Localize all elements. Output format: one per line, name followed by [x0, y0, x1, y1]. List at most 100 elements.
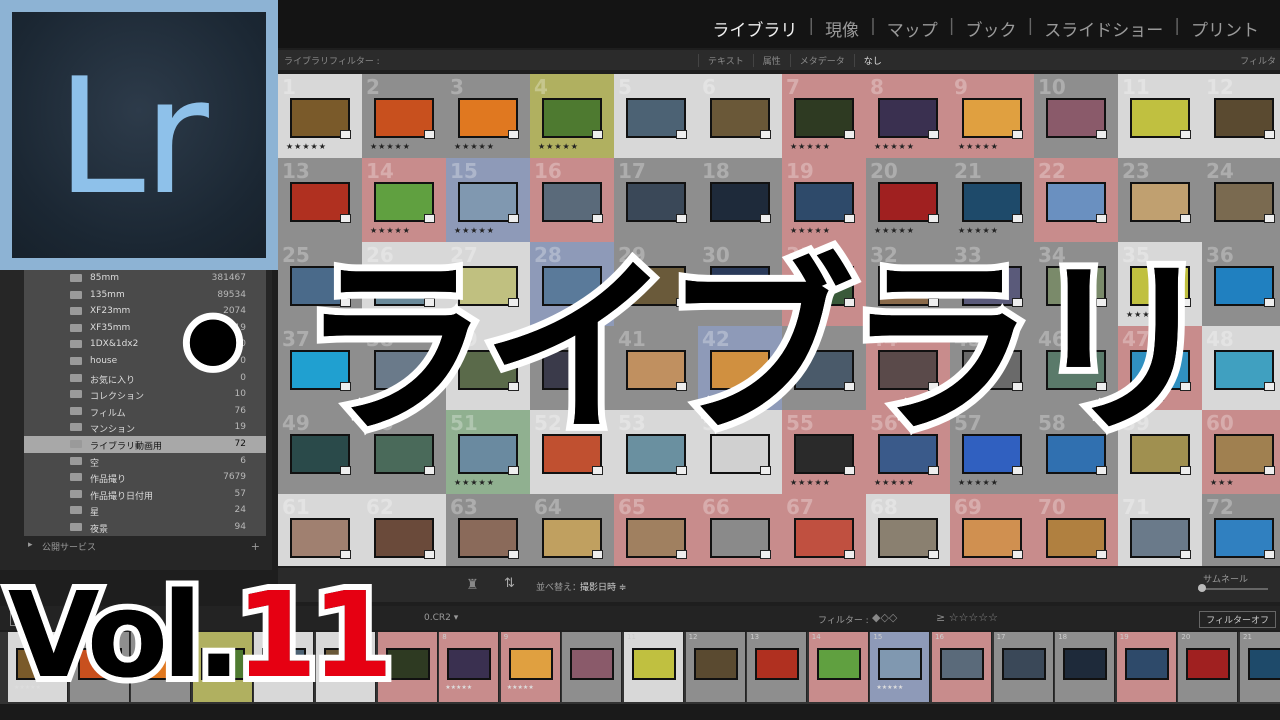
badge-icon[interactable]: [676, 214, 687, 223]
slider-knob[interactable]: [1198, 584, 1206, 592]
filter-preset-label[interactable]: フィルタ: [1240, 54, 1276, 67]
filter-option-text[interactable]: テキスト: [698, 54, 753, 67]
grid-cell[interactable]: 23: [1118, 158, 1204, 244]
badge-icon[interactable]: [676, 466, 687, 475]
filmstrip-cell[interactable]: 13: [747, 632, 808, 702]
filmstrip-thumbnail[interactable]: [447, 648, 492, 680]
badge-icon[interactable]: [424, 550, 435, 559]
badge-icon[interactable]: [844, 550, 855, 559]
badge-icon[interactable]: [844, 466, 855, 475]
badge-icon[interactable]: [508, 550, 519, 559]
module-1[interactable]: 現像: [814, 16, 870, 41]
grid-cell[interactable]: 11: [1118, 74, 1204, 160]
grid-cell[interactable]: 70: [1034, 494, 1120, 566]
badge-icon[interactable]: [1012, 130, 1023, 139]
rating-filter-icon[interactable]: ≥ ☆☆☆☆☆: [936, 611, 998, 624]
badge-icon[interactable]: [592, 130, 603, 139]
star-rating[interactable]: ★★★★★: [874, 478, 915, 487]
filmstrip-cell[interactable]: 18: [1055, 632, 1116, 702]
filmstrip-cell[interactable]: 12: [685, 632, 746, 702]
badge-icon[interactable]: [340, 466, 351, 475]
badge-icon[interactable]: [1012, 214, 1023, 223]
badge-icon[interactable]: [1096, 214, 1107, 223]
grid-cell[interactable]: 10: [1034, 74, 1120, 160]
filmstrip-thumbnail[interactable]: [1186, 648, 1231, 680]
badge-icon[interactable]: [592, 466, 603, 475]
filmstrip-thumbnail[interactable]: [878, 648, 923, 680]
filmstrip-thumbnail[interactable]: [755, 648, 800, 680]
star-rating[interactable]: ★★★★★: [454, 142, 495, 151]
add-icon[interactable]: +: [251, 540, 260, 553]
grid-cell[interactable]: 67: [782, 494, 868, 566]
grid-cell[interactable]: 71: [1118, 494, 1204, 566]
star-rating[interactable]: ★★★★★: [790, 142, 831, 151]
grid-cell[interactable]: 20 ★★★★★: [866, 158, 952, 244]
grid-cell[interactable]: 36: [1202, 242, 1280, 328]
grid-cell[interactable]: 65: [614, 494, 700, 566]
grid-cell[interactable]: 17: [614, 158, 700, 244]
badge-icon[interactable]: [928, 130, 939, 139]
filmstrip-thumbnail[interactable]: [632, 648, 676, 680]
filmstrip-thumbnail[interactable]: [816, 648, 861, 680]
module-5[interactable]: プリント: [1180, 16, 1270, 41]
star-rating[interactable]: ★★★★★: [370, 142, 411, 151]
badge-icon[interactable]: [844, 130, 855, 139]
grid-cell[interactable]: 7 ★★★★★: [782, 74, 868, 160]
badge-icon[interactable]: [844, 214, 855, 223]
grid-cell[interactable]: 72: [1202, 494, 1280, 566]
badge-icon[interactable]: [1264, 214, 1275, 223]
badge-icon[interactable]: [760, 214, 771, 223]
badge-icon[interactable]: [760, 550, 771, 559]
star-rating[interactable]: ★★★★★: [958, 226, 999, 235]
badge-icon[interactable]: [340, 550, 351, 559]
star-rating[interactable]: ★★★★★: [790, 478, 831, 487]
star-rating[interactable]: ★★★★★: [538, 142, 579, 151]
grid-cell[interactable]: 13: [278, 158, 364, 244]
grid-cell[interactable]: 5: [614, 74, 700, 160]
filmstrip-cell[interactable]: 17: [993, 632, 1054, 702]
filmstrip-thumbnail[interactable]: [693, 648, 738, 680]
badge-icon[interactable]: [508, 466, 519, 475]
filter-off-button[interactable]: フィルターオフ: [1199, 611, 1276, 628]
grid-cell[interactable]: 14 ★★★★★: [362, 158, 448, 244]
folder-row[interactable]: 作品撮り 7679: [24, 469, 266, 486]
badge-icon[interactable]: [1180, 214, 1191, 223]
star-rating[interactable]: ★★★★★: [958, 478, 999, 487]
filmstrip-cell[interactable]: 9 ★★★★★: [500, 632, 561, 702]
badge-icon[interactable]: [928, 550, 939, 559]
grid-cell[interactable]: 64: [530, 494, 616, 566]
badge-icon[interactable]: [760, 466, 771, 475]
badge-icon[interactable]: [340, 214, 351, 223]
module-4[interactable]: スライドショー: [1033, 16, 1174, 41]
badge-icon[interactable]: [760, 130, 771, 139]
badge-icon[interactable]: [340, 130, 351, 139]
grid-cell[interactable]: 12: [1202, 74, 1280, 160]
grid-cell[interactable]: 19 ★★★★★: [782, 158, 868, 244]
badge-icon[interactable]: [1012, 466, 1023, 475]
grid-cell[interactable]: 6: [698, 74, 784, 160]
module-2[interactable]: マップ: [876, 16, 949, 41]
filmstrip-cell[interactable]: 8 ★★★★★: [439, 632, 500, 702]
grid-cell[interactable]: 60 ★★★: [1202, 410, 1280, 496]
folder-row[interactable]: 星 24: [24, 502, 266, 519]
grid-cell[interactable]: 16: [530, 158, 616, 244]
folder-row[interactable]: 夜景 94: [24, 519, 266, 536]
badge-icon[interactable]: [1096, 130, 1107, 139]
grid-cell[interactable]: 21 ★★★★★: [950, 158, 1036, 244]
badge-icon[interactable]: [1096, 550, 1107, 559]
grid-cell[interactable]: 68: [866, 494, 952, 566]
filmstrip-thumbnail[interactable]: [508, 648, 553, 680]
grid-cell[interactable]: 8 ★★★★★: [866, 74, 952, 160]
badge-icon[interactable]: [1264, 466, 1275, 475]
star-rating[interactable]: ★★★★★: [286, 142, 327, 151]
grid-cell[interactable]: 69: [950, 494, 1036, 566]
filmstrip-thumbnail[interactable]: [570, 648, 615, 680]
star-rating[interactable]: ★★★: [1210, 478, 1235, 487]
grid-cell[interactable]: 2 ★★★★★: [362, 74, 448, 160]
flag-filter-icon[interactable]: ◆◇◇: [872, 611, 897, 624]
grid-cell[interactable]: 66: [698, 494, 784, 566]
filmstrip-cell[interactable]: [562, 632, 623, 702]
badge-icon[interactable]: [424, 466, 435, 475]
filter-option-none[interactable]: なし: [853, 54, 891, 67]
badge-icon[interactable]: [1012, 550, 1023, 559]
